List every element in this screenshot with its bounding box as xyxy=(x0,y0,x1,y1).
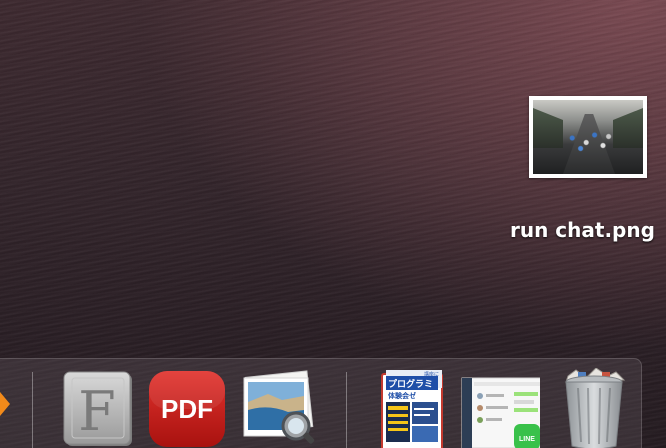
font-book-glyph: F xyxy=(78,380,115,443)
pdf-app-icon[interactable]: PDF xyxy=(146,368,226,448)
trash-icon[interactable] xyxy=(556,368,636,448)
line-badge: LINE xyxy=(519,436,535,443)
file-thumbnail xyxy=(529,96,647,178)
preview-icon[interactable] xyxy=(238,368,318,448)
dock-divider-left xyxy=(32,372,33,448)
doc-subline: 講座に xyxy=(424,371,439,378)
line-app-icon[interactable]: LINE xyxy=(460,368,540,448)
orange-diamond-icon[interactable] xyxy=(0,384,10,424)
document-stack-icon[interactable]: プログラミ 講座に 体験会ゼ xyxy=(372,368,452,448)
font-book-icon[interactable]: F xyxy=(58,368,138,448)
desktop[interactable]: run chat.png F PDF プログラミ 講座に 体験会ゼ LINE xyxy=(0,0,666,448)
doc-body: 体験会ゼ xyxy=(388,391,416,400)
dock-divider-right xyxy=(346,372,347,448)
pdf-app-label: PDF xyxy=(161,394,213,424)
file-name-label: run chat.png xyxy=(510,218,655,242)
doc-headline: プログラミ xyxy=(388,378,433,390)
desktop-file-run-chat[interactable]: run chat.png xyxy=(507,96,666,256)
